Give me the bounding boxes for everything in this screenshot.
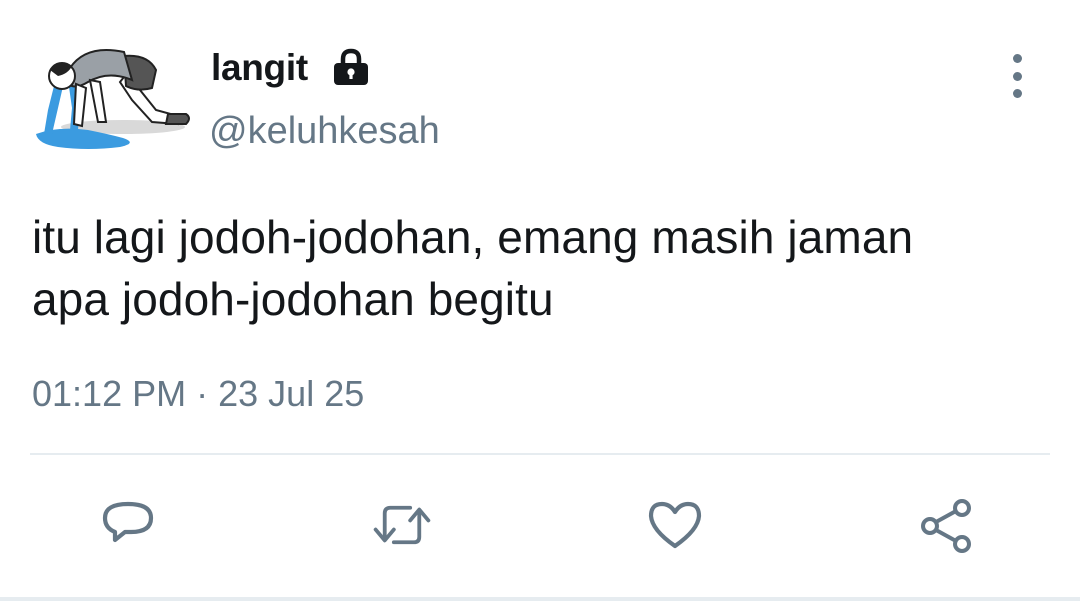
tweet-text-line: itu lagi jodoh-jodohan, emang masih jama… [32,211,914,263]
tweet-card: langit @keluhkesah itu lagi jodoh-jodoha… [0,0,1080,601]
tweet-text: itu lagi jodoh-jodohan, emang masih jama… [32,206,1072,330]
tweet-timestamp[interactable]: 01:12 PM · 23 Jul 25 [32,373,364,415]
reply-button[interactable] [98,495,158,555]
retweet-button[interactable] [372,495,432,555]
more-vertical-icon[interactable] [1000,50,1034,102]
meta-separator: · [196,373,209,414]
tweet-text-line: apa jodoh-jodohan begitu [32,273,554,325]
bottom-divider [0,597,1080,601]
avatar[interactable] [28,30,198,160]
tweet-time: 01:12 PM [32,373,187,414]
user-handle[interactable]: @keluhkesah [209,110,440,153]
share-icon [921,499,971,553]
like-button[interactable] [645,495,705,555]
tweet-date: 23 Jul 25 [218,373,365,414]
avatar-image [36,49,190,149]
menu-dot [1012,89,1022,98]
share-button[interactable] [917,495,977,555]
divider [30,453,1050,455]
reply-icon [102,501,154,543]
lock-icon [330,47,372,89]
like-icon [648,501,702,549]
display-name[interactable]: langit [211,47,308,89]
menu-dot [1012,71,1022,81]
display-name-row: langit [211,40,372,96]
menu-dot [1012,54,1022,63]
retweet-icon [373,505,431,545]
